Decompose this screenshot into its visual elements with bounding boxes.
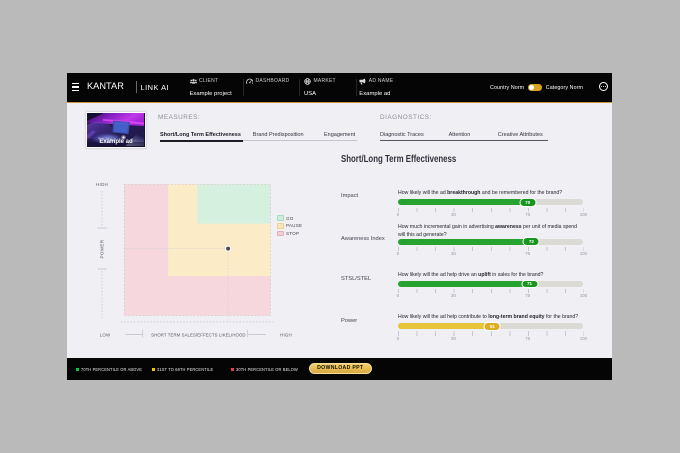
scale-labels: 0 30 70 100: [398, 293, 584, 298]
legend-swatch: [277, 223, 284, 229]
scale-label: 70: [525, 293, 530, 298]
measure-value-pill: 70: [519, 198, 536, 207]
scale-label: 100: [580, 251, 587, 256]
footer-legend-item: 70TH PERCENTILE OR ABOVE: [76, 359, 151, 381]
scale-label: 70: [525, 336, 530, 341]
scale-labels: 0 30 70 100: [398, 212, 584, 217]
download-ppt-button[interactable]: DOWNLOAD PPT: [309, 363, 372, 374]
measure-question: How likely will the ad help contribute t…: [398, 314, 600, 321]
tab-attention[interactable]: Attention: [449, 132, 471, 138]
scale-label: 70: [525, 251, 530, 256]
ad-thumbnail-caption: Example ad: [87, 139, 145, 145]
scale-label: 30: [451, 251, 456, 256]
measure-slider-track[interactable]: 72: [398, 239, 584, 245]
tab-engagement[interactable]: Engagement: [324, 132, 355, 138]
measure-slider-fill: [398, 199, 536, 205]
scale-label: 0: [397, 251, 399, 256]
scale-label: 100: [580, 212, 587, 217]
desktop-background: { "header": { "menu_icon": "hamburger-ic…: [0, 0, 680, 453]
tab-creative-attributes[interactable]: Creative Attributes: [498, 132, 543, 138]
tab-brand-predisposition[interactable]: Brand Predisposition: [253, 132, 304, 138]
category-norm-label: Category Norm: [546, 85, 583, 91]
scale-label: 70: [525, 212, 530, 217]
scale-label: 0: [397, 212, 399, 217]
measure-question: How much incremental gain in advertising…: [398, 224, 600, 238]
legend-item-stop: STOP: [277, 231, 302, 237]
page-title: Short/Long Term Effectiveness: [341, 154, 456, 165]
scale-labels: 0 30 70 100: [398, 336, 584, 341]
legend-label: GO: [286, 216, 294, 221]
measure-value-pill: 71: [521, 280, 538, 289]
ad-thumbnail[interactable]: Example ad: [86, 112, 146, 149]
measure-slider-fill: [398, 239, 540, 245]
diagnostics-tabs: Diagnostic Traces Attention Creative Attri…: [380, 132, 548, 141]
measure-label: Impact: [341, 193, 358, 199]
measure-question: How likely will the ad help drive an upl…: [398, 272, 600, 279]
top-navigation-bar: KANTAR LINK AI CLIENTExample projectDASH…: [67, 73, 612, 103]
legend-swatch: [277, 231, 284, 237]
measure-slider-fill: [398, 281, 538, 287]
measures-group-label: MEASURES:: [158, 114, 200, 121]
scale-label: 0: [397, 336, 399, 341]
footer-legend-item: 31ST TO 69TH PERCENTILE: [152, 359, 221, 381]
ad-score-point: [226, 247, 230, 251]
measure-value-pill: 72: [523, 237, 540, 246]
scale-label: 30: [451, 293, 456, 298]
legend-item-pause: PAUSE: [277, 223, 302, 229]
country-norm-label: Country Norm: [490, 85, 524, 91]
measure-question: How likely will the ad breakthrough and …: [398, 190, 600, 197]
legend-label: STOP: [286, 231, 299, 236]
norm-toggle-switch[interactable]: [528, 84, 542, 91]
legend-square: [76, 368, 79, 371]
footer-legend-label: 30TH PERCENTILE OR BELOW: [236, 367, 298, 372]
diagnostics-group-label: DIAGNOSTICS:: [380, 114, 432, 121]
measure-label: STSL/STEL: [341, 276, 371, 282]
footer-legend-label: 70TH PERCENTILE OR ABOVE: [81, 367, 142, 372]
footer-legend-label: 31ST TO 69TH PERCENTILE: [157, 367, 213, 372]
tab-short-long-term-effectiveness[interactable]: Short/Long Term Effectiveness: [160, 132, 241, 138]
measure-label: Power: [341, 318, 357, 324]
legend-swatch: [277, 215, 284, 221]
toggle-knob: [529, 85, 534, 90]
effectiveness-quadrant-chart: HIGH POWER LOW SHORT TERM SALES/EFFECTS LIK…: [91, 178, 357, 343]
scale-labels: 0 30 70 100: [398, 251, 584, 256]
x-axis-high-label: HIGH: [280, 332, 292, 337]
scale-label: 30: [451, 212, 456, 217]
y-axis-title: POWER: [100, 239, 105, 258]
legend-square: [231, 368, 234, 371]
measures-tabs: Short/Long Term Effectiveness Brand Predi…: [160, 132, 357, 141]
legend-item-go: GO: [277, 215, 302, 221]
legend-label: PAUSE: [286, 223, 302, 228]
legend-square: [152, 368, 155, 371]
measure-value-pill: 51: [484, 322, 501, 331]
quadrant-legend: GO PAUSE STOP: [277, 215, 302, 238]
measure-slider-track[interactable]: 70: [398, 199, 584, 205]
norm-toggle-group: Country Norm Category Norm: [67, 73, 612, 103]
measure-slider-track[interactable]: 71: [398, 281, 584, 287]
x-axis-low-label: LOW: [100, 332, 111, 337]
x-axis-title: SHORT TERM SALES/EFFECTS LIKELIHOOD: [151, 332, 245, 337]
scale-label: 0: [397, 293, 399, 298]
more-options-icon[interactable]: [599, 82, 608, 91]
app-window: KANTAR LINK AI CLIENTExample projectDASH…: [67, 73, 612, 380]
scale-label: 100: [580, 336, 587, 341]
y-axis-high-label: HIGH: [96, 182, 108, 187]
measure-slider-track[interactable]: 51: [398, 323, 584, 329]
measure-label: Awareness Index: [341, 236, 385, 242]
scale-label: 30: [451, 336, 456, 341]
footer-bar: 70TH PERCENTILE OR ABOVE 31ST TO 69TH PER…: [67, 358, 612, 380]
tab-diagnostic-traces[interactable]: Diagnostic Traces: [380, 132, 424, 138]
scale-label: 100: [580, 293, 587, 298]
footer-legend-item: 30TH PERCENTILE OR BELOW: [231, 359, 307, 381]
